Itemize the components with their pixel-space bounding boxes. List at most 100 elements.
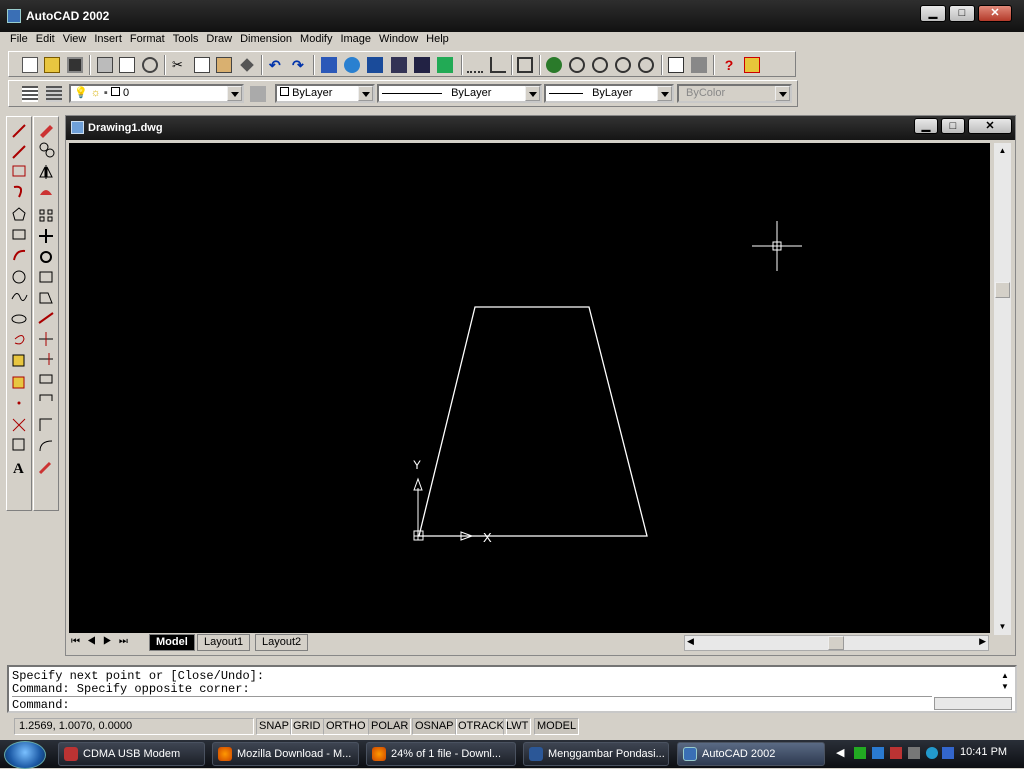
browse-web-icon[interactable] [367,57,383,73]
match-properties-icon[interactable] [240,58,254,72]
vertical-scroll-thumb[interactable] [995,282,1010,298]
tab-layout2[interactable]: Layout2 [255,634,309,651]
taskbar-item-autocad[interactable]: AutoCAD 2002 [677,742,825,766]
scroll-right-icon[interactable]: ▶ [979,636,986,647]
save-icon[interactable] [67,57,83,73]
design-center-icon[interactable] [321,57,337,73]
help-icon[interactable]: ? [721,57,737,73]
polar-toggle[interactable]: POLAR [368,718,412,735]
express-tools-icon[interactable] [744,57,760,73]
layer-properties-icon[interactable] [22,86,38,102]
command-hscroll[interactable] [934,697,1012,710]
clock[interactable]: 10:41 PM [960,746,1007,758]
properties-icon[interactable] [391,57,407,73]
zoom-window-icon[interactable] [592,57,608,73]
model-space-canvas[interactable]: Y X [69,143,990,635]
lineweight-dropdown[interactable]: ByLayer [544,84,674,103]
tray-network-icon[interactable] [854,747,866,759]
publish-icon[interactable] [142,57,158,73]
chevron-down-icon[interactable] [657,86,672,101]
snap-toggle[interactable]: SNAP [256,718,292,735]
distance-icon[interactable] [467,57,483,73]
tray-globe-icon[interactable] [926,747,938,759]
tray-modem-icon[interactable] [890,747,902,759]
scroll-up-icon[interactable]: ▲ [994,143,1011,159]
adcenter-icon[interactable] [691,57,707,73]
dbconnect-icon[interactable] [437,57,453,73]
menu-format[interactable]: Format [126,32,169,47]
taskbar-item-cdma[interactable]: CDMA USB Modem [58,742,205,766]
menu-insert[interactable]: Insert [90,32,126,47]
menu-view[interactable]: View [59,32,91,47]
pan-realtime-icon[interactable] [546,57,562,73]
redo-icon[interactable]: ↷ [292,57,308,73]
redraw-icon[interactable] [517,57,533,73]
taskbar-item-download-progress[interactable]: 24% of 1 file - Downl... [366,742,516,766]
coordinate-display[interactable]: 1.2569, 1.0070, 0.0000 [14,718,254,735]
menu-edit[interactable]: Edit [32,32,59,47]
tab-layout1[interactable]: Layout1 [197,634,251,651]
maximize-button[interactable]: □ [949,5,975,22]
osnap-toggle[interactable]: OSNAP [412,718,457,735]
menu-modify[interactable]: Modify [296,32,336,47]
make-object-layer-current-icon[interactable] [46,86,62,102]
menu-dimension[interactable]: Dimension [236,32,296,47]
lwt-toggle[interactable]: LWT [503,718,532,735]
menu-help[interactable]: Help [422,32,453,47]
tool-palette-icon[interactable] [414,57,430,73]
taskbar-item-menggambar[interactable]: Menggambar Pondasi... [523,742,669,766]
drawing-maximize-button[interactable]: □ [941,118,965,134]
draw-tool-icons[interactable]: A [7,117,33,512]
menu-image[interactable]: Image [336,32,375,47]
modify-tool-icons[interactable] [34,117,60,512]
minimize-button[interactable]: ▁ [920,5,946,22]
layer-previous-icon[interactable] [250,86,266,102]
tray-monitor-icon[interactable] [872,747,884,759]
drawing-minimize-button[interactable]: ▁ [914,118,938,134]
scroll-left-icon[interactable]: ◀ [687,636,694,647]
vertical-scrollbar[interactable]: ▲ ▼ [994,143,1011,635]
command-scroll-icon[interactable]: ▲ ▼ [1001,670,1009,692]
open-icon[interactable] [44,57,60,73]
layer-dropdown[interactable]: 💡 ☼ ▪ 0 [69,84,244,103]
chevron-down-icon[interactable] [525,86,540,101]
grid-toggle[interactable]: GRID [290,718,324,735]
tab-navigation-arrows[interactable]: ⏮◀▶⏭ [71,636,135,647]
horizontal-scrollbar[interactable]: ◀ ▶ [684,635,989,651]
tray-expand-icon[interactable]: ◀ [836,746,844,759]
zoom-extents-icon[interactable] [638,57,654,73]
undo-icon[interactable]: ↶ [269,57,285,73]
chevron-down-icon[interactable] [227,86,242,101]
taskbar-item-mozilla-download[interactable]: Mozilla Download - M... [212,742,359,766]
scroll-down-icon[interactable]: ▼ [994,619,1011,635]
model-toggle[interactable]: MODEL [534,718,580,735]
menu-tools[interactable]: Tools [169,32,203,47]
drawing-close-button[interactable]: ✕ [968,118,1012,134]
trapezoid-shape[interactable] [418,306,648,537]
start-button[interactable] [4,741,46,769]
copy-icon[interactable] [194,57,210,73]
chevron-down-icon[interactable] [358,86,373,101]
ortho-toggle[interactable]: ORTHO [323,718,369,735]
zoom-previous-icon[interactable] [615,57,631,73]
horizontal-scroll-thumb[interactable] [828,636,844,650]
close-button[interactable]: ✕ [978,5,1012,22]
otrack-toggle[interactable]: OTRACK [455,718,507,735]
menu-draw[interactable]: Draw [202,32,236,47]
today-icon[interactable] [344,57,360,73]
menu-file[interactable]: File [6,32,32,47]
cut-icon[interactable]: ✂ [172,57,188,73]
command-window[interactable]: Specify next point or [Close/Undo]: Comm… [7,665,1017,713]
plot-preview-icon[interactable] [119,57,135,73]
tray-device-icon[interactable] [908,747,920,759]
tab-model[interactable]: Model [149,634,195,651]
paste-icon[interactable] [216,57,232,73]
ucs-icon[interactable] [490,57,506,73]
properties-palette-icon[interactable] [668,57,684,73]
color-dropdown[interactable]: ByLayer [275,84,375,103]
zoom-realtime-icon[interactable] [569,57,585,73]
menu-window[interactable]: Window [375,32,422,47]
command-input[interactable]: Command: [12,696,932,712]
linetype-dropdown[interactable]: ByLayer [377,84,542,103]
tray-volume-icon[interactable] [942,747,954,759]
